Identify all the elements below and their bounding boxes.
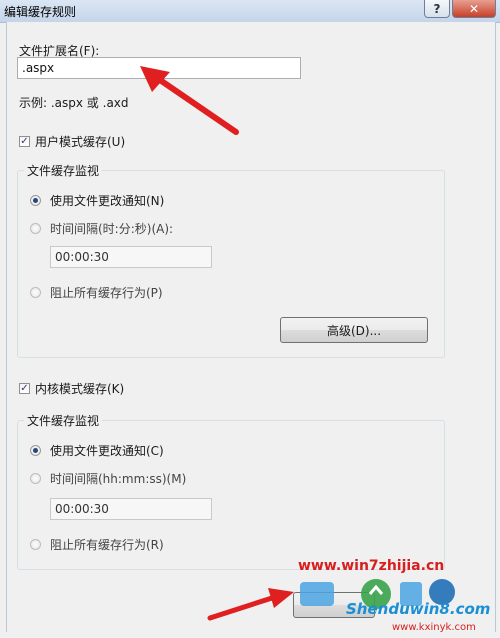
watermark-url-3: www.kxinyk.com xyxy=(392,622,476,633)
kernel-mode-radio-interval-label: 时间间隔(hh:mm:ss)(M) xyxy=(50,472,187,486)
dialog-body: 文件扩展名(F): 示例: .aspx 或 .axd ✓ 用户模式缓存(U) 文… xyxy=(6,22,496,632)
kernel-mode-radio-notify-label: 使用文件更改通知(C) xyxy=(50,444,164,458)
kernel-mode-checkbox[interactable]: ✓ xyxy=(19,383,30,394)
check-icon: ✓ xyxy=(20,383,29,394)
user-mode-radio-block-label: 阻止所有缓存行为(P) xyxy=(50,286,163,300)
kernel-mode-interval-input[interactable] xyxy=(50,498,212,520)
user-mode-group-title: 文件缓存监视 xyxy=(24,162,103,179)
user-mode-radio-block[interactable] xyxy=(30,287,41,298)
user-mode-checkbox[interactable]: ✓ xyxy=(19,136,30,147)
user-mode-interval-input[interactable] xyxy=(50,246,212,268)
kernel-mode-radio-notify[interactable] xyxy=(30,445,41,456)
check-icon: ✓ xyxy=(20,136,29,147)
kernel-mode-label: 内核模式缓存(K) xyxy=(35,382,125,396)
kernel-mode-monitor-group: 文件缓存监视 使用文件更改通知(C) 时间间隔(hh:mm:ss)(M) 阻止所… xyxy=(17,412,445,570)
help-button[interactable]: ? xyxy=(424,0,450,18)
kernel-mode-radio-block[interactable] xyxy=(30,539,41,550)
kernel-mode-radio-interval[interactable] xyxy=(30,473,41,484)
user-mode-radio-notify-label: 使用文件更改通知(N) xyxy=(50,194,165,208)
watermark-url-2: Shenduwin8.com xyxy=(346,600,491,618)
user-mode-radio-interval[interactable] xyxy=(30,223,41,234)
kernel-mode-radio-block-label: 阻止所有缓存行为(R) xyxy=(50,538,164,552)
advanced-button[interactable]: 高级(D)... xyxy=(280,317,428,343)
extension-example: 示例: .aspx 或 .axd xyxy=(19,96,129,110)
user-mode-radio-notify[interactable] xyxy=(30,195,41,206)
user-mode-label: 用户模式缓存(U) xyxy=(35,135,126,149)
user-mode-monitor-group: 文件缓存监视 使用文件更改通知(N) 时间间隔(时:分:秒)(A): 阻止所有缓… xyxy=(17,162,445,358)
help-icon: ? xyxy=(433,1,441,16)
close-button[interactable]: ✕ xyxy=(452,0,496,18)
extension-input[interactable] xyxy=(17,57,301,79)
title-bar: 编辑缓存规则 ? ✕ xyxy=(0,0,500,23)
watermark-url-1: www.win7zhijia.cn xyxy=(298,558,445,574)
close-icon: ✕ xyxy=(468,1,480,16)
kernel-mode-group-title: 文件缓存监视 xyxy=(24,412,103,429)
window-title: 编辑缓存规则 xyxy=(4,5,77,19)
user-mode-radio-interval-label: 时间间隔(时:分:秒)(A): xyxy=(50,222,174,236)
advanced-button-label: 高级(D)... xyxy=(326,323,382,338)
